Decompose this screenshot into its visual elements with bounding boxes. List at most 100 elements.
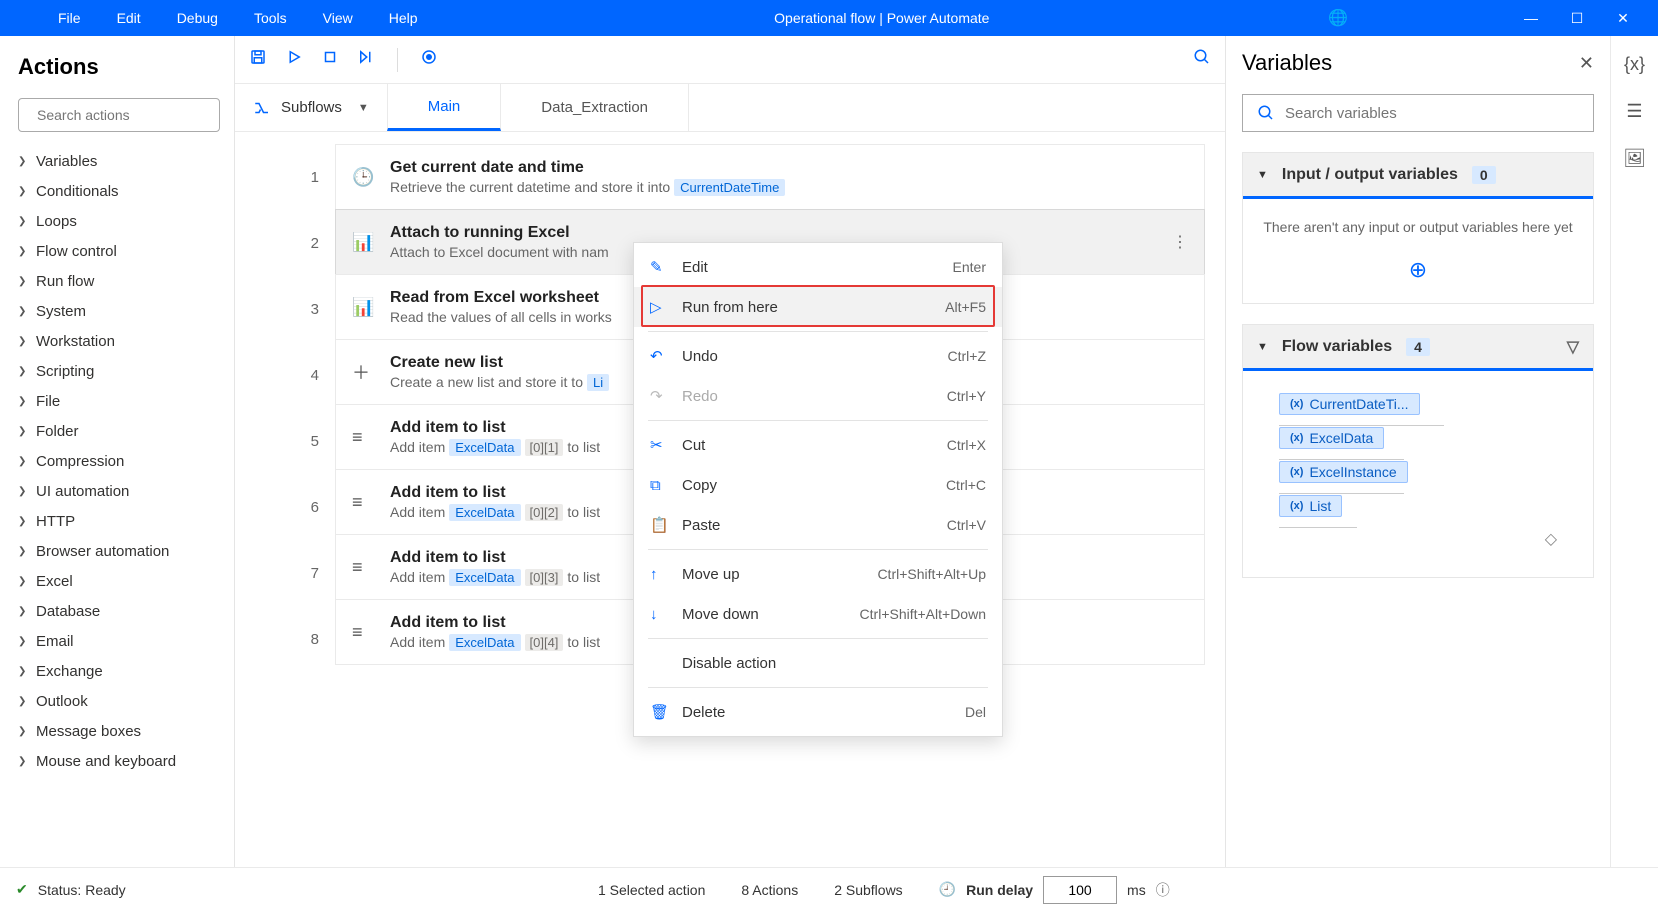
flow-variables-header[interactable]: ▼ Flow variables 4 ▽	[1243, 325, 1593, 371]
variables-tool-icon[interactable]: {x}	[1624, 54, 1645, 75]
subflows-dropdown[interactable]: Subflows ▼	[235, 84, 387, 131]
close-icon[interactable]: ✕	[1600, 10, 1646, 27]
menu-item-run-from-here[interactable]: ▷Run from hereAlt+F5	[634, 287, 1002, 327]
flow-variables-section: ▼ Flow variables 4 ▽ (x)CurrentDateTi...…	[1242, 324, 1594, 578]
actions-count: 8 Actions	[741, 882, 798, 898]
category-item[interactable]: ❯Run flow	[18, 266, 220, 296]
step-title: Add item to list	[390, 614, 600, 632]
menu-tools[interactable]: Tools	[236, 10, 305, 26]
menu-item-disable-action[interactable]: Disable action	[634, 643, 1002, 683]
category-item[interactable]: ❯Conditionals	[18, 176, 220, 206]
category-item[interactable]: ❯Folder	[18, 416, 220, 446]
maximize-icon[interactable]: ☐	[1554, 10, 1600, 27]
io-variables-header[interactable]: ▼ Input / output variables 0	[1243, 153, 1593, 199]
variables-heading: Variables	[1242, 50, 1332, 76]
menu-file[interactable]: File	[40, 10, 99, 26]
line-number: 7	[311, 540, 319, 606]
category-label: File	[36, 393, 60, 410]
flow-search-icon[interactable]	[1193, 48, 1211, 71]
category-item[interactable]: ❯Excel	[18, 566, 220, 596]
center-panel: Subflows ▼ Main Data_Extraction 12345678…	[235, 36, 1226, 867]
category-label: Variables	[36, 153, 97, 170]
io-variables-section: ▼ Input / output variables 0 There aren'…	[1242, 152, 1594, 304]
tab-main[interactable]: Main	[387, 84, 502, 131]
category-label: Loops	[36, 213, 77, 230]
category-item[interactable]: ❯UI automation	[18, 476, 220, 506]
chevron-right-icon: ❯	[18, 276, 26, 287]
menu-item-cut[interactable]: ✂CutCtrl+X	[634, 425, 1002, 465]
menu-item-edit[interactable]: ✎EditEnter	[634, 247, 1002, 287]
flow-variables-count: 4	[1406, 338, 1430, 356]
flow-step[interactable]: 🕒Get current date and timeRetrieve the c…	[335, 144, 1205, 210]
category-item[interactable]: ❯Outlook	[18, 686, 220, 716]
category-item[interactable]: ❯Workstation	[18, 326, 220, 356]
variable-chip[interactable]: (x)ExcelData	[1279, 427, 1384, 449]
close-panel-icon[interactable]: ✕	[1579, 53, 1594, 74]
category-item[interactable]: ❯System	[18, 296, 220, 326]
category-item[interactable]: ❯Email	[18, 626, 220, 656]
category-item[interactable]: ❯Browser automation	[18, 536, 220, 566]
category-item[interactable]: ❯Message boxes	[18, 716, 220, 746]
shortcut: Ctrl+Z	[948, 348, 987, 364]
save-icon[interactable]	[249, 48, 267, 71]
run-icon[interactable]	[285, 48, 303, 71]
images-icon[interactable]: 🖼	[1623, 148, 1646, 169]
stop-icon[interactable]	[321, 48, 339, 71]
variable-chip[interactable]: (x)ExcelInstance	[1279, 461, 1408, 483]
step-icon: ≡	[352, 492, 374, 513]
line-number: 4	[311, 342, 319, 408]
minimize-icon[interactable]: —	[1508, 10, 1554, 26]
category-item[interactable]: ❯Scripting	[18, 356, 220, 386]
category-item[interactable]: ❯Exchange	[18, 656, 220, 686]
variable-chip[interactable]: (x)List	[1279, 495, 1342, 517]
more-icon[interactable]: ⋮	[1172, 232, 1188, 252]
category-item[interactable]: ❯Loops	[18, 206, 220, 236]
category-item[interactable]: ❯Mouse and keyboard	[18, 746, 220, 776]
menu-edit[interactable]: Edit	[99, 10, 159, 26]
filter-icon[interactable]: ▽	[1567, 337, 1579, 357]
variable-chip[interactable]: (x)CurrentDateTi...	[1279, 393, 1420, 415]
category-label: Workstation	[36, 333, 115, 350]
add-variable-icon[interactable]: ⊕	[1257, 257, 1579, 283]
category-item[interactable]: ❯File	[18, 386, 220, 416]
step-description: Read the values of all cells in works	[390, 309, 612, 325]
menu-item-copy[interactable]: ⧉CopyCtrl+C	[634, 465, 1002, 505]
menu-debug[interactable]: Debug	[159, 10, 236, 26]
chevron-down-icon: ▼	[1257, 169, 1268, 181]
step-icon: 🕒	[352, 167, 374, 188]
category-item[interactable]: ❯HTTP	[18, 506, 220, 536]
menu-item-paste[interactable]: 📋PasteCtrl+V	[634, 505, 1002, 545]
tab-data-extraction[interactable]: Data_Extraction	[501, 84, 689, 131]
variable-icon: (x)	[1290, 500, 1303, 512]
info-icon[interactable]: ⓘ	[1156, 880, 1170, 900]
menu-item-delete[interactable]: 🗑DeleteDel	[634, 692, 1002, 732]
category-item[interactable]: ❯Flow control	[18, 236, 220, 266]
variables-search[interactable]	[1242, 94, 1594, 132]
layers-icon[interactable]: ☰	[1626, 101, 1642, 122]
menu-help[interactable]: Help	[371, 10, 436, 26]
variable-name: ExcelInstance	[1309, 464, 1396, 480]
actions-search-input[interactable]	[37, 107, 218, 123]
menu-item-label: Disable action	[682, 655, 972, 672]
menu-item-label: Redo	[682, 388, 933, 405]
step-icon[interactable]	[357, 48, 375, 71]
variables-search-input[interactable]	[1285, 105, 1579, 122]
actions-search[interactable]	[18, 98, 220, 132]
run-delay-input[interactable]	[1043, 876, 1117, 904]
category-item[interactable]: ❯Compression	[18, 446, 220, 476]
category-item[interactable]: ❯Variables	[18, 146, 220, 176]
record-icon[interactable]	[420, 48, 438, 71]
chevron-right-icon: ❯	[18, 306, 26, 317]
step-description: Add item ExcelData [0][2] to list	[390, 504, 600, 521]
cut-icon: ✂	[650, 436, 668, 454]
menu-item-move-down[interactable]: ↓Move downCtrl+Shift+Alt+Down	[634, 594, 1002, 634]
category-item[interactable]: ❯Database	[18, 596, 220, 626]
variable-name: CurrentDateTi...	[1309, 396, 1408, 412]
menu-item-move-up[interactable]: ↑Move upCtrl+Shift+Alt+Up	[634, 554, 1002, 594]
environment-icon[interactable]: 🌐	[1328, 8, 1348, 28]
clock-icon: 🕘	[939, 881, 956, 898]
menu-item-undo[interactable]: ↶UndoCtrl+Z	[634, 336, 1002, 376]
menu-view[interactable]: View	[305, 10, 371, 26]
line-number: 8	[311, 606, 319, 672]
shortcut: Ctrl+Shift+Alt+Up	[877, 566, 986, 582]
